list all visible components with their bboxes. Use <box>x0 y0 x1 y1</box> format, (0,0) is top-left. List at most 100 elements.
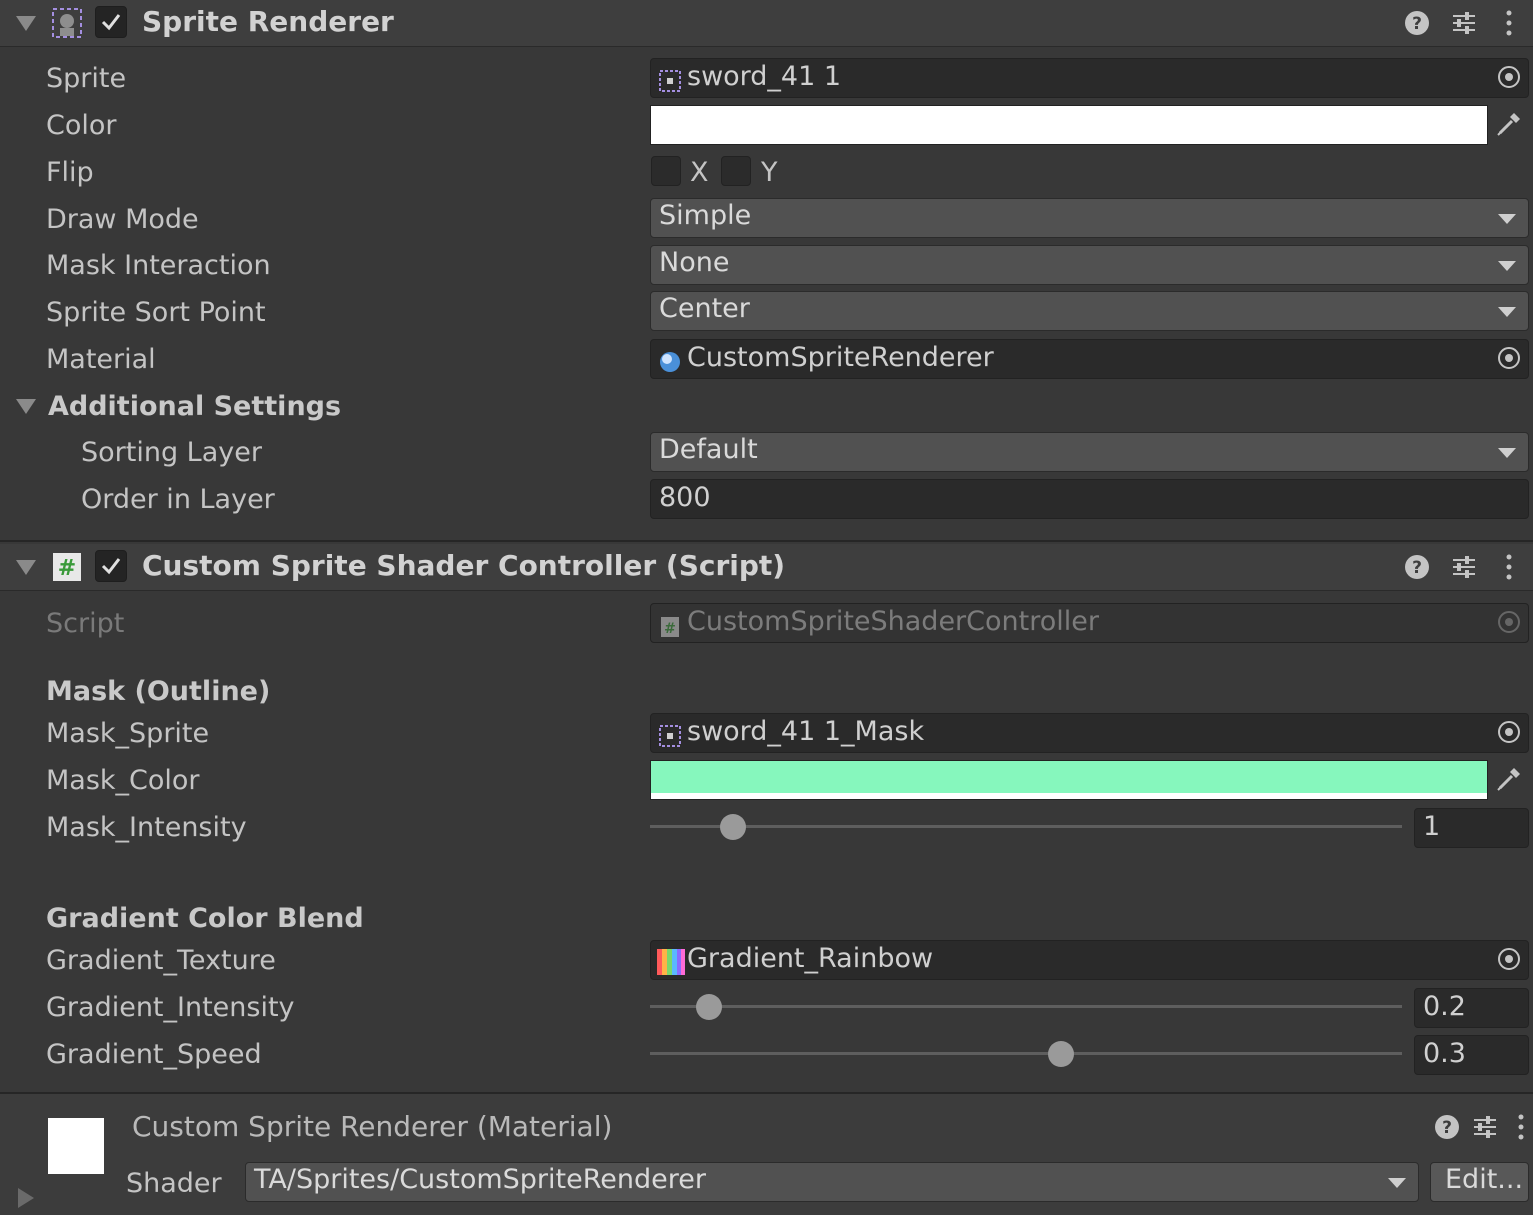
gradient-speed-input[interactable]: 0.3 <box>1414 1035 1529 1075</box>
presets-icon[interactable] <box>1472 1113 1498 1148</box>
draw-mode-label: Draw Mode <box>46 204 199 235</box>
order-in-layer-input[interactable]: 800 <box>650 479 1529 519</box>
mask-color-swatch[interactable] <box>650 760 1488 800</box>
color-swatch[interactable] <box>650 105 1488 145</box>
chevron-down-icon <box>1498 261 1516 271</box>
mask-sprite-value: sword_41 1_Mask <box>687 716 925 747</box>
mask-sprite-label: Mask_Sprite <box>46 718 210 749</box>
flip-x-label: X <box>690 157 709 188</box>
material-foldout-arrow-icon[interactable] <box>18 1188 34 1208</box>
sprite-asset-icon <box>659 68 681 99</box>
sprite-sort-point-value: Center <box>659 293 750 324</box>
mask-intensity-label: Mask_Intensity <box>46 812 247 843</box>
object-picker-icon[interactable] <box>1498 347 1520 369</box>
color-label: Color <box>46 110 117 141</box>
sprite-sort-point-dropdown[interactable]: Center <box>650 291 1529 331</box>
material-section: Custom Sprite Renderer (Material) ? Shad… <box>0 1094 1533 1215</box>
draw-mode-dropdown[interactable]: Simple <box>650 198 1529 238</box>
sprite-label: Sprite <box>46 63 127 94</box>
gradient-speed-slider-track[interactable] <box>650 1052 1402 1055</box>
edit-shader-button[interactable]: Edit... <box>1430 1162 1529 1202</box>
mask-interaction-dropdown[interactable]: None <box>650 245 1529 285</box>
more-icon[interactable] <box>1503 553 1515 588</box>
material-preview-thumbnail[interactable] <box>48 1118 104 1174</box>
flip-x-checkbox[interactable] <box>651 156 681 186</box>
mask-interaction-label: Mask Interaction <box>46 250 271 281</box>
script-label: Script <box>46 608 125 639</box>
flip-label: Flip <box>46 157 94 188</box>
component-divider <box>0 540 1533 542</box>
mask-intensity-input[interactable]: 1 <box>1414 808 1529 848</box>
order-in-layer-label: Order in Layer <box>81 484 275 515</box>
sprite-renderer-enabled-checkbox[interactable] <box>95 6 127 38</box>
material-value: CustomSpriteRenderer <box>687 342 994 373</box>
presets-icon[interactable] <box>1451 9 1477 44</box>
draw-mode-value: Simple <box>659 200 752 231</box>
script-value: CustomSpriteShaderController <box>687 606 1099 637</box>
mask-interaction-value: None <box>659 247 730 278</box>
svg-text:?: ? <box>1412 558 1422 578</box>
mask-intensity-slider-track[interactable] <box>650 825 1402 828</box>
sprite-field[interactable]: sword_41 1 <box>650 58 1529 98</box>
material-title: Custom Sprite Renderer (Material) <box>132 1110 613 1143</box>
shader-controller-title: Custom Sprite Shader Controller (Script) <box>142 549 786 582</box>
help-icon[interactable]: ? <box>1404 10 1430 43</box>
chevron-down-icon <box>1498 448 1516 458</box>
object-picker-icon[interactable] <box>1498 66 1520 88</box>
script-file-icon: # <box>660 614 680 645</box>
mask-color-label: Mask_Color <box>46 765 200 796</box>
gradient-intensity-slider-thumb[interactable] <box>695 994 722 1020</box>
sprite-value: sword_41 1 <box>687 61 842 92</box>
shader-value: TA/Sprites/CustomSpriteRenderer <box>254 1164 706 1195</box>
mask-outline-header: Mask (Outline) <box>46 676 271 707</box>
svg-text:#: # <box>58 556 76 581</box>
shader-dropdown[interactable]: TA/Sprites/CustomSpriteRenderer <box>245 1162 1419 1202</box>
gradient-intensity-label: Gradient_Intensity <box>46 992 295 1023</box>
help-icon[interactable]: ? <box>1434 1114 1460 1147</box>
sprite-renderer-icon <box>50 6 84 47</box>
gradient-speed-value: 0.3 <box>1423 1038 1466 1069</box>
chevron-down-icon <box>1498 307 1516 317</box>
material-sphere-icon <box>659 349 681 380</box>
gradient-intensity-slider-track[interactable] <box>650 1005 1402 1008</box>
object-picker-icon[interactable] <box>1498 721 1520 743</box>
fold-arrow-icon[interactable] <box>16 16 36 31</box>
more-icon[interactable] <box>1503 9 1515 44</box>
presets-icon[interactable] <box>1451 553 1477 588</box>
sprite-renderer-title: Sprite Renderer <box>142 5 394 38</box>
gradient-speed-label: Gradient_Speed <box>46 1039 262 1070</box>
mask-sprite-field[interactable]: sword_41 1_Mask <box>650 713 1529 753</box>
help-icon[interactable]: ? <box>1404 554 1430 587</box>
sorting-layer-label: Sorting Layer <box>81 437 262 468</box>
sprite-renderer-header[interactable]: Sprite Renderer ? <box>0 0 1533 47</box>
sprite-asset-icon <box>659 723 681 754</box>
shader-controller-enabled-checkbox[interactable] <box>95 550 127 582</box>
chevron-down-icon <box>1498 214 1516 224</box>
svg-text:#: # <box>664 621 676 637</box>
edit-button-label: Edit... <box>1445 1164 1524 1195</box>
mask-intensity-slider-thumb[interactable] <box>719 814 746 840</box>
gradient-texture-value: Gradient_Rainbow <box>687 943 934 974</box>
svg-text:?: ? <box>1442 1118 1452 1138</box>
eyedropper-icon[interactable] <box>1494 764 1526 796</box>
fold-arrow-icon[interactable] <box>16 560 36 575</box>
material-field[interactable]: CustomSpriteRenderer <box>650 339 1529 379</box>
gradient-intensity-value: 0.2 <box>1423 991 1466 1022</box>
gradient-speed-slider-thumb[interactable] <box>1048 1041 1075 1067</box>
fold-arrow-icon[interactable] <box>16 399 36 414</box>
alpha-bar <box>651 793 1487 799</box>
more-icon[interactable] <box>1515 1113 1527 1148</box>
gradient-intensity-input[interactable]: 0.2 <box>1414 988 1529 1028</box>
script-icon: # <box>52 552 82 589</box>
gradient-texture-field[interactable]: Gradient_Rainbow <box>650 940 1529 980</box>
eyedropper-icon[interactable] <box>1494 109 1526 141</box>
gradient-color-blend-header: Gradient Color Blend <box>46 903 364 934</box>
sorting-layer-dropdown[interactable]: Default <box>650 432 1529 472</box>
object-picker-icon[interactable] <box>1498 948 1520 970</box>
additional-settings-foldout[interactable]: Additional Settings <box>48 391 341 422</box>
flip-y-checkbox[interactable] <box>721 156 751 186</box>
shader-controller-header[interactable]: # Custom Sprite Shader Controller (Scrip… <box>0 544 1533 591</box>
sprite-sort-point-label: Sprite Sort Point <box>46 297 266 328</box>
mask-intensity-value: 1 <box>1423 811 1441 842</box>
flip-y-label: Y <box>761 157 778 188</box>
